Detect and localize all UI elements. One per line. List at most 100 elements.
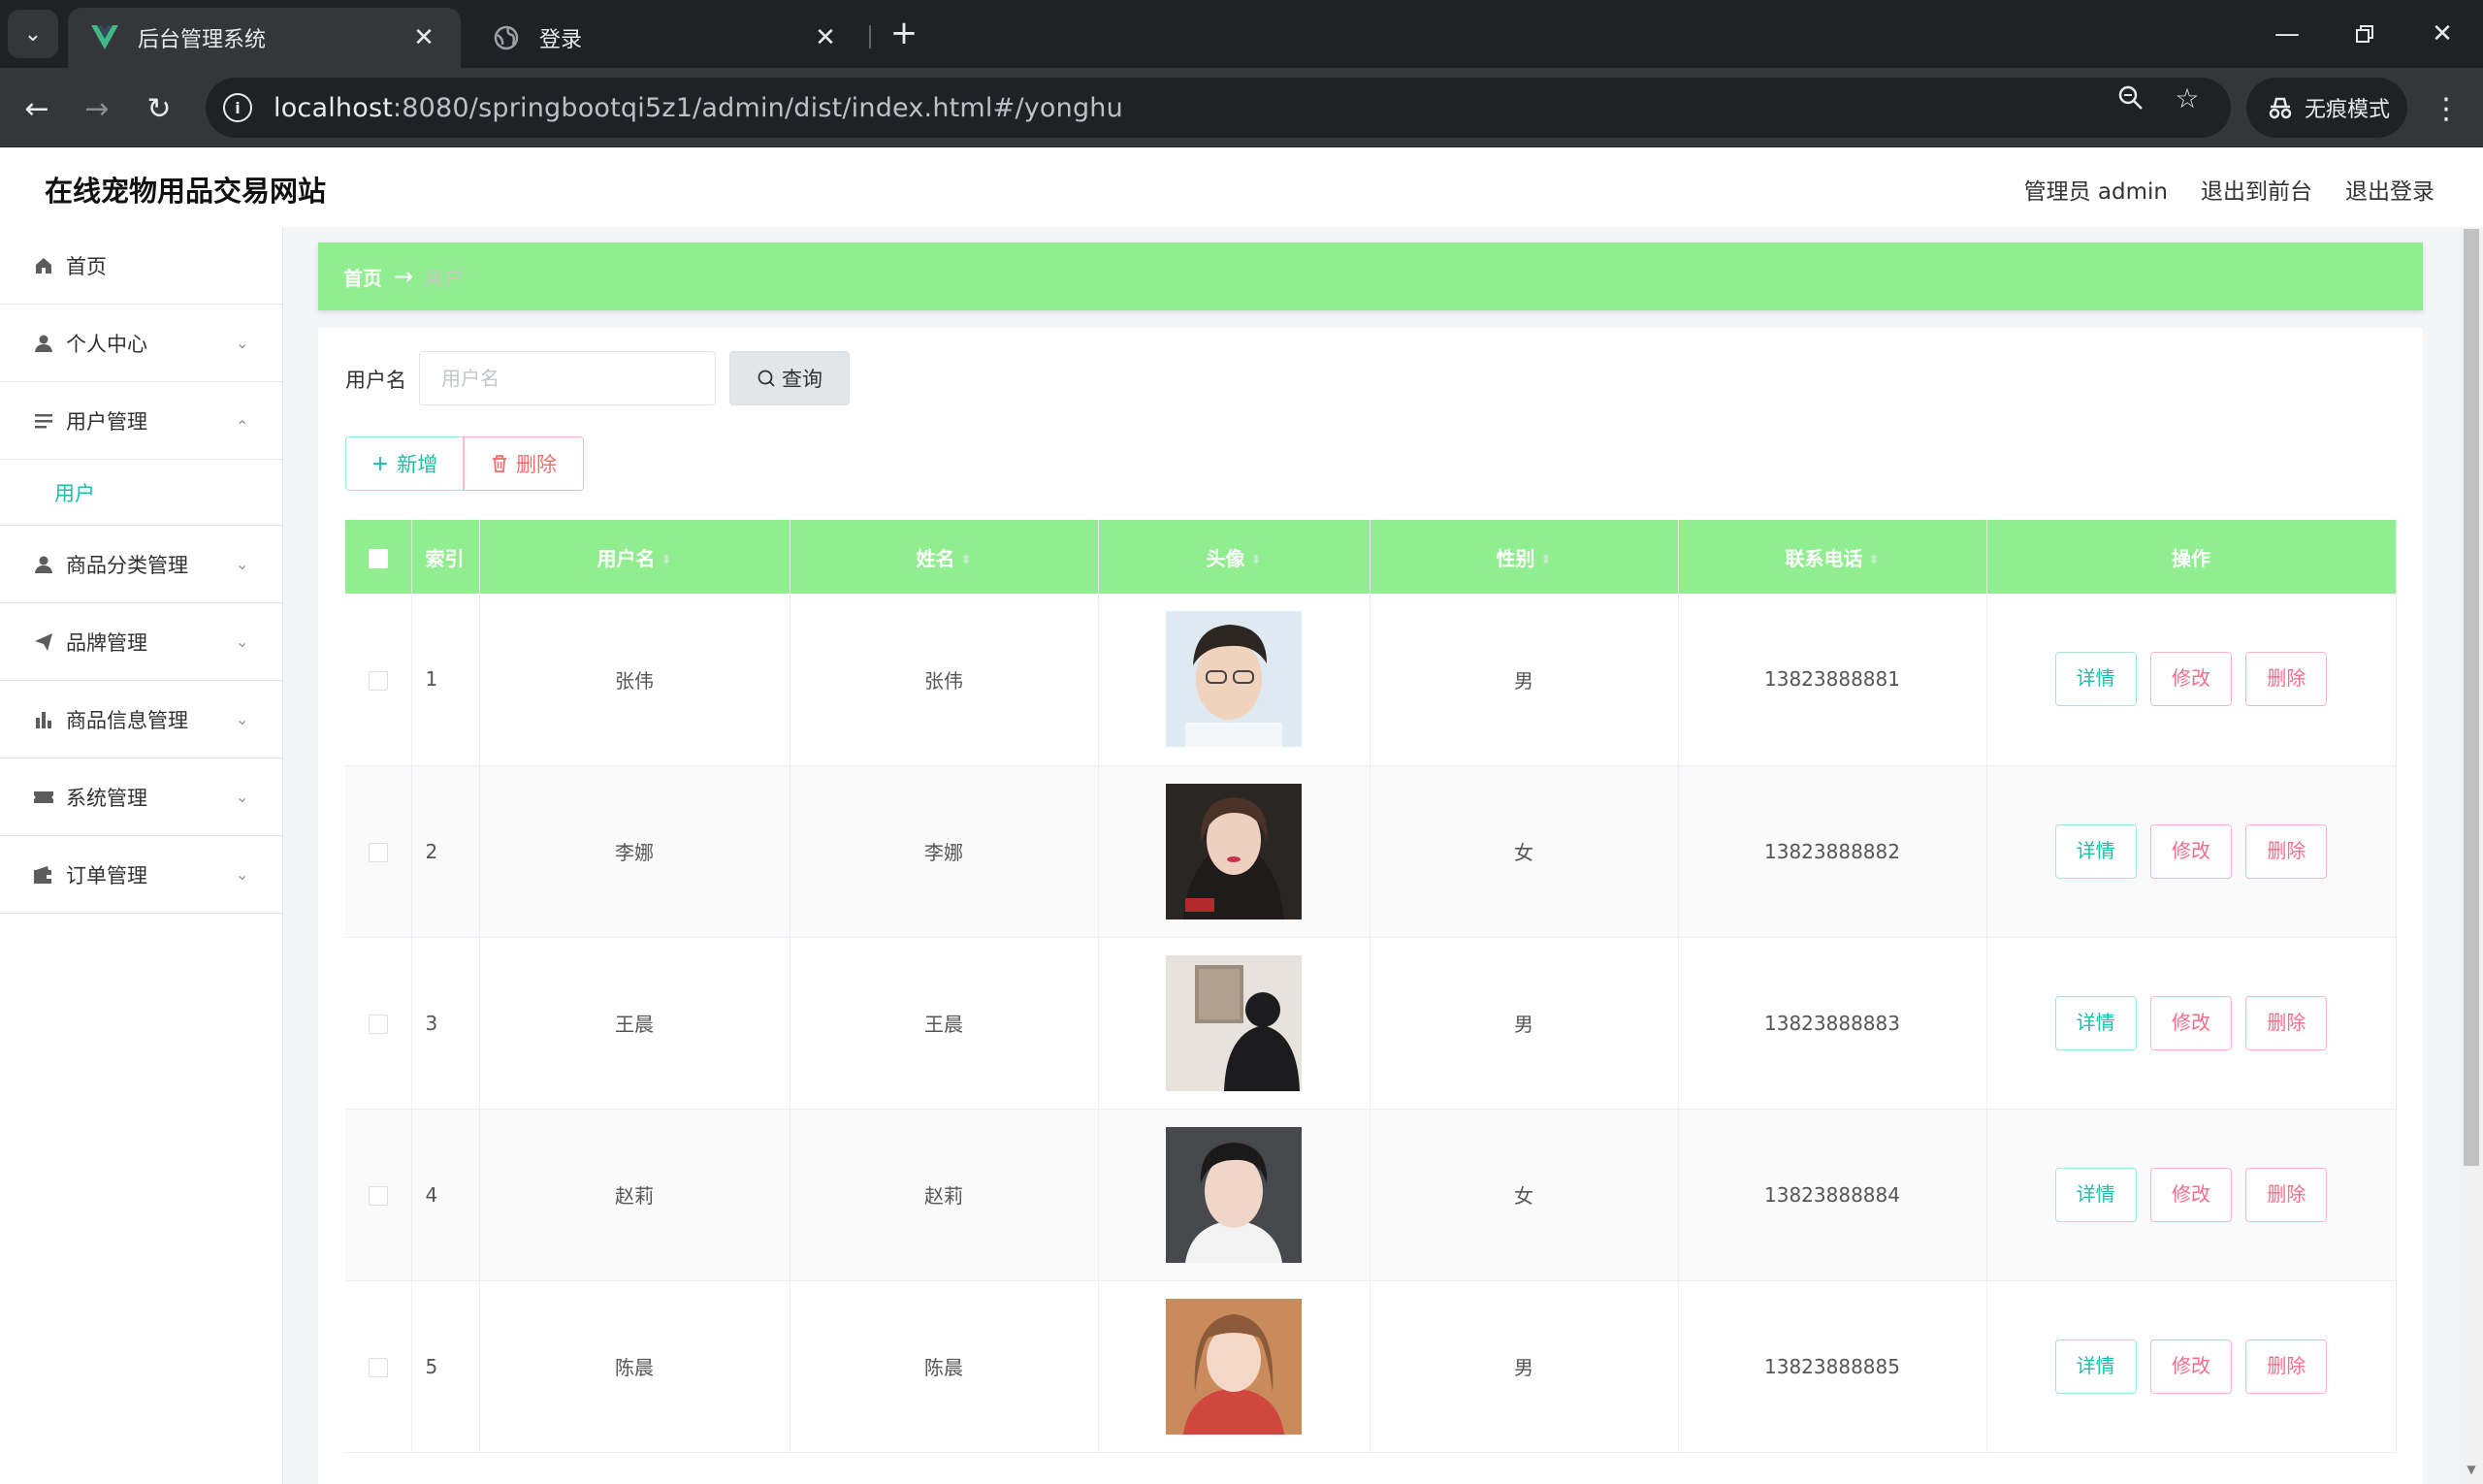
delete-button[interactable]: 删除 (2245, 1339, 2328, 1394)
close-tab-icon[interactable]: ✕ (408, 23, 439, 52)
query-button[interactable]: 查询 (729, 351, 850, 405)
add-button[interactable]: + 新增 (345, 436, 464, 491)
minimize-icon: — (2274, 19, 2300, 48)
edit-button[interactable]: 修改 (2150, 652, 2232, 707)
delete-button[interactable]: 删除 (2245, 1167, 2328, 1222)
index-cell: 5 (411, 1280, 480, 1453)
row-checkbox[interactable] (368, 1358, 388, 1377)
close-icon: ✕ (2432, 19, 2453, 48)
ticket-icon (33, 787, 54, 808)
delete-button[interactable]: 删除 (2245, 823, 2328, 879)
detail-button[interactable]: 详情 (2054, 995, 2137, 1050)
sidebar-item-brand-management[interactable]: 品牌管理 ⌄ (0, 603, 282, 681)
sidebar-subitem-user[interactable]: 用户 (0, 460, 282, 526)
sidebar-item-user-management[interactable]: 用户管理 ⌃ (0, 382, 282, 460)
phone-cell: 13823888884 (1678, 1109, 1987, 1281)
sort-icon[interactable]: ⬍ (961, 554, 972, 566)
column-header-username[interactable]: 用户名 ⬍ (479, 520, 790, 594)
zoom-icon[interactable] (2114, 81, 2147, 114)
sort-icon[interactable]: ⬍ (1541, 554, 1552, 566)
logout-link[interactable]: 退出登录 (2345, 173, 2435, 206)
breadcrumb-current: 用户 (425, 266, 465, 290)
row-checkbox[interactable] (368, 1015, 388, 1034)
name-cell: 赵莉 (790, 1109, 1099, 1281)
delete-button[interactable]: 删除 (2245, 652, 2328, 707)
column-header-name[interactable]: 姓名 ⬍ (790, 520, 1099, 594)
row-checkbox[interactable] (368, 843, 388, 862)
sidebar-item-label: 用户 (54, 481, 95, 505)
index-cell: 4 (411, 1109, 480, 1281)
edit-button[interactable]: 修改 (2150, 823, 2232, 879)
back-button[interactable]: ← (14, 85, 60, 132)
header-links: 管理员 admin 退出到前台 退出登录 (2024, 173, 2435, 206)
sort-icon[interactable]: ⬍ (1869, 554, 1880, 566)
actions-cell: 详情 修改 删除 (1986, 1109, 2397, 1281)
browser-tab-inactive[interactable]: 登录 ✕ (469, 8, 862, 68)
search-label: 用户名 (345, 369, 406, 392)
new-tab-button[interactable]: + (883, 12, 925, 54)
delete-button-label: 删除 (516, 453, 557, 476)
scroll-down-arrow-icon[interactable]: ▼ (2464, 1463, 2479, 1478)
bookmark-star-icon[interactable]: ☆ (2171, 81, 2204, 114)
more-vert-icon: ⋮ (2432, 91, 2461, 126)
page-scrollbar-thumb[interactable] (2464, 229, 2479, 1166)
arrow-right-icon: → (84, 91, 110, 126)
select-all-cell (345, 520, 412, 594)
breadcrumb-home[interactable]: 首页 (343, 263, 382, 291)
avatar-image[interactable] (1166, 1126, 1302, 1263)
table-header-row: 索引 用户名 ⬍ 姓名 ⬍ 头像 ⬍ 性别 ⬍ 联系电话 ⬍ 操作 (345, 520, 2397, 594)
minimize-button[interactable]: — (2248, 0, 2326, 68)
row-select-cell (345, 594, 412, 766)
index-cell: 1 (411, 594, 480, 766)
detail-button[interactable]: 详情 (2054, 823, 2137, 879)
close-window-button[interactable]: ✕ (2403, 0, 2481, 68)
address-bar[interactable]: i localhost:8080/springbootqi5z1/admin/d… (206, 78, 2231, 138)
edit-button[interactable]: 修改 (2150, 1339, 2232, 1394)
tab-search-button[interactable]: ⌄ (8, 10, 58, 58)
sidebar-item-order-management[interactable]: 订单管理 ⌄ (0, 836, 282, 914)
column-header-phone[interactable]: 联系电话 ⬍ (1678, 520, 1987, 594)
sidebar-item-personal-center[interactable]: 个人中心 ⌄ (0, 305, 282, 382)
sidebar-item-product-management[interactable]: 商品信息管理 ⌄ (0, 681, 282, 758)
select-all-checkbox[interactable] (368, 548, 388, 568)
restore-button[interactable] (2326, 0, 2403, 68)
delete-button[interactable]: 删除 (2245, 995, 2328, 1050)
avatar-image[interactable] (1166, 611, 1302, 748)
column-header-avatar[interactable]: 头像 ⬍ (1098, 520, 1370, 594)
username-search-input[interactable] (419, 351, 716, 405)
avatar-image[interactable] (1166, 783, 1302, 919)
actions-cell: 详情 修改 删除 (1986, 594, 2397, 766)
username-cell: 李娜 (479, 765, 790, 938)
sort-icon[interactable]: ⬍ (661, 554, 672, 566)
detail-button[interactable]: 详情 (2054, 1339, 2137, 1394)
username-cell: 赵莉 (479, 1109, 790, 1281)
sidebar-item-home[interactable]: 首页 (0, 227, 282, 305)
query-button-label: 查询 (782, 368, 822, 391)
phone-cell: 13823888885 (1678, 1280, 1987, 1453)
close-tab-icon[interactable]: ✕ (810, 23, 841, 52)
url-text[interactable]: localhost:8080/springbootqi5z1/admin/dis… (274, 93, 1123, 123)
avatar-image[interactable] (1166, 954, 1302, 1091)
browser-menu-button[interactable]: ⋮ (2425, 85, 2467, 132)
reload-button[interactable]: ↻ (136, 85, 182, 132)
row-checkbox[interactable] (368, 670, 388, 691)
avatar-image[interactable] (1166, 1298, 1302, 1435)
plus-icon: + (889, 14, 919, 52)
vue-logo-icon (89, 22, 120, 53)
edit-button[interactable]: 修改 (2150, 1167, 2232, 1222)
sidebar-item-label: 品牌管理 (66, 630, 147, 655)
batch-delete-button[interactable]: 删除 (464, 436, 584, 491)
column-header-gender[interactable]: 性别 ⬍ (1370, 520, 1679, 594)
edit-button[interactable]: 修改 (2150, 995, 2232, 1050)
sidebar-item-system-management[interactable]: 系统管理 ⌄ (0, 758, 282, 836)
forward-button[interactable]: → (74, 85, 120, 132)
incognito-indicator[interactable]: 无痕模式 (2246, 78, 2407, 138)
browser-tab-active[interactable]: 后台管理系统 ✕ (68, 8, 461, 68)
detail-button[interactable]: 详情 (2054, 652, 2137, 707)
sort-icon[interactable]: ⬍ (1251, 554, 1262, 566)
row-checkbox[interactable] (368, 1186, 388, 1206)
sidebar-item-category-management[interactable]: 商品分类管理 ⌄ (0, 526, 282, 603)
detail-button[interactable]: 详情 (2054, 1167, 2137, 1222)
site-info-icon[interactable]: i (223, 93, 252, 122)
exit-to-front-link[interactable]: 退出到前台 (2201, 173, 2312, 206)
